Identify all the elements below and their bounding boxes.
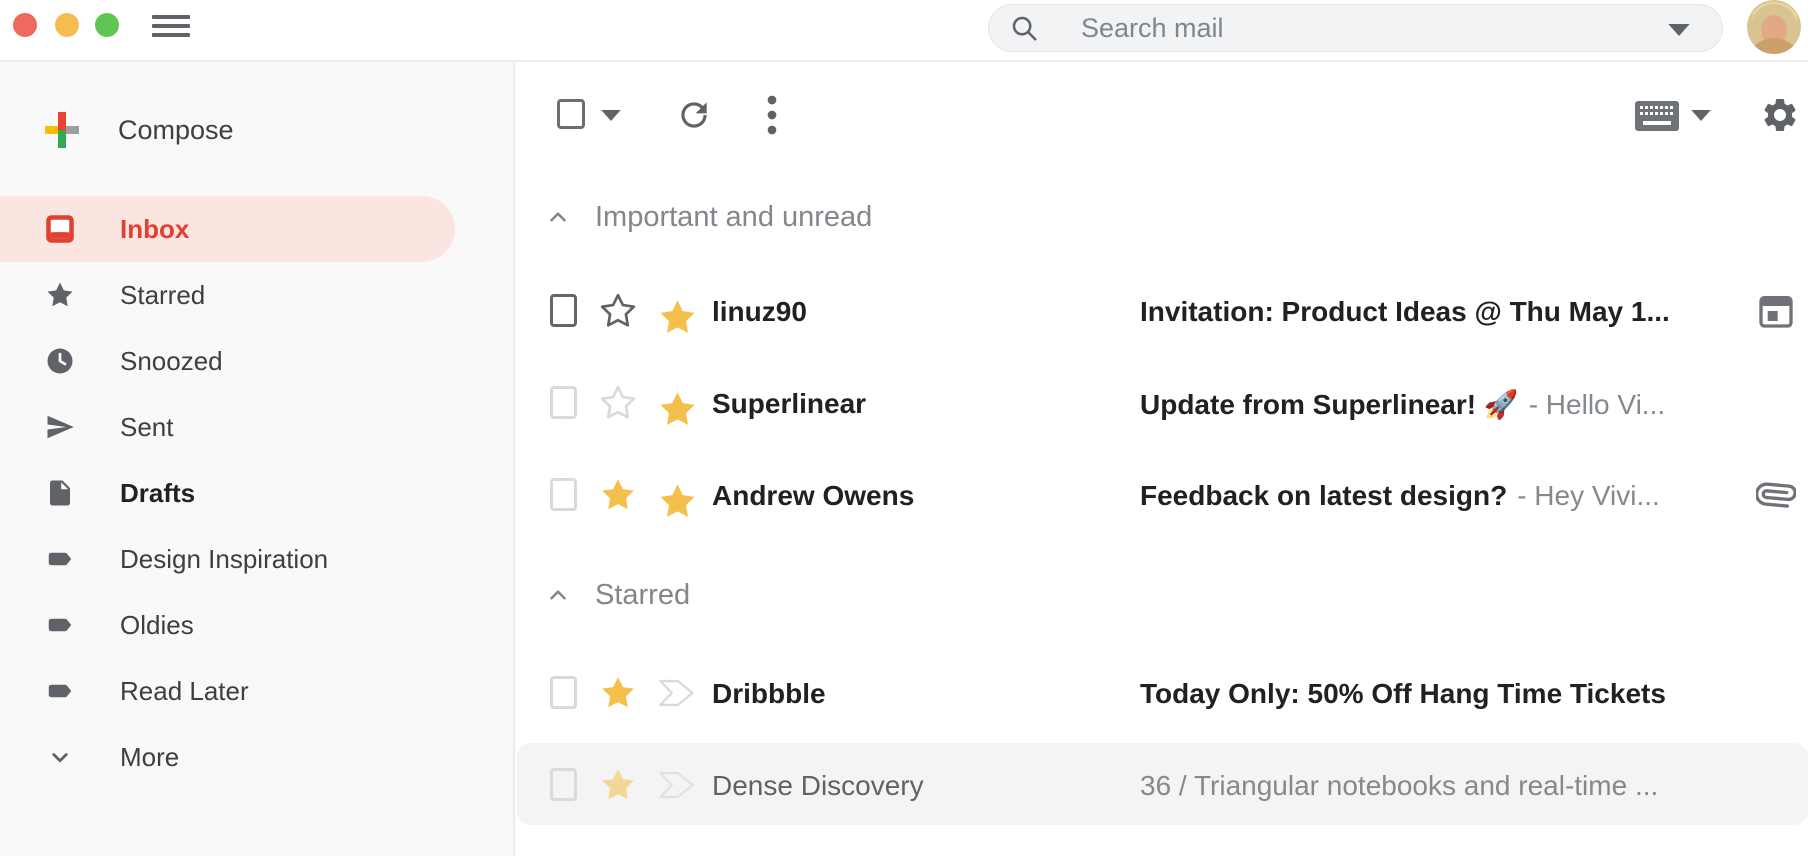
email-subject: Today Only: 50% Off Hang Time Tickets: [1140, 678, 1666, 709]
sidebar-item-label: Drafts: [120, 478, 195, 509]
paperclip-icon[interactable]: [1756, 475, 1796, 515]
keyboard-caret-icon[interactable]: [1691, 110, 1711, 121]
compose-label: Compose: [118, 115, 234, 146]
star-icon: [45, 280, 75, 310]
email-subject-line: Invitation: Product Ideas @ Thu May 1...: [1140, 296, 1736, 328]
email-subject: Feedback on latest design?: [1140, 480, 1507, 511]
email-snippet: - Hello Vi...: [1529, 389, 1665, 420]
email-select-checkbox[interactable]: [550, 478, 577, 511]
star-icon[interactable]: [599, 674, 637, 712]
star-icon[interactable]: [599, 766, 637, 804]
email-row[interactable]: Dense Discovery 36 / Triangular notebook…: [517, 739, 1808, 831]
sidebar: Compose Inbox Starred Snoozed Sent Draft…: [0, 62, 515, 856]
search-placeholder: Search mail: [1081, 13, 1224, 44]
section-header-important[interactable]: Important and unread: [517, 195, 1808, 239]
importance-marker-icon[interactable]: [657, 679, 698, 707]
email-select-checkbox[interactable]: [550, 386, 577, 419]
email-list-starred: Dribbble Today Only: 50% Off Hang Time T…: [517, 647, 1808, 831]
select-caret-icon[interactable]: [601, 110, 621, 121]
sidebar-item-label: Snoozed: [120, 346, 223, 377]
email-subject-line: Update from Superlinear! 🚀 - Hello Vi...: [1140, 388, 1736, 421]
email-subject: 36 / Triangular notebooks and real-time …: [1140, 770, 1658, 801]
email-subject: Update from Superlinear! 🚀: [1140, 389, 1519, 420]
chevron-down-icon: [45, 742, 75, 772]
importance-marker-icon[interactable]: [657, 297, 698, 325]
label-icon: [45, 544, 75, 574]
email-subject-line: Today Only: 50% Off Hang Time Tickets: [1140, 678, 1736, 710]
sidebar-item-drafts[interactable]: Drafts: [0, 460, 513, 526]
email-sender: linuz90: [712, 296, 1122, 328]
hamburger-menu-icon[interactable]: [152, 15, 190, 39]
label-icon: [45, 610, 75, 640]
app-window: Search mail Compose I: [0, 0, 1808, 856]
settings-gear-icon[interactable]: [1760, 95, 1800, 135]
email-subject-line: Feedback on latest design? - Hey Vivi...: [1140, 480, 1736, 512]
plus-icon: [42, 110, 82, 150]
email-select-checkbox[interactable]: [550, 676, 577, 709]
refresh-icon[interactable]: [675, 96, 713, 134]
email-sender: Dribbble: [712, 678, 1122, 710]
close-window-button[interactable]: [13, 13, 37, 37]
sidebar-item-snoozed[interactable]: Snoozed: [0, 328, 513, 394]
email-select-checkbox[interactable]: [550, 768, 577, 801]
star-icon[interactable]: [599, 476, 637, 514]
sidebar-item-label: Oldies: [120, 610, 194, 641]
star-icon[interactable]: [599, 384, 637, 422]
email-row[interactable]: Superlinear Update from Superlinear! 🚀 - …: [517, 357, 1808, 449]
sidebar-item-read-later[interactable]: Read Later: [0, 658, 513, 724]
sidebar-item-inbox[interactable]: Inbox: [0, 196, 455, 262]
email-select-checkbox[interactable]: [550, 294, 577, 327]
email-row[interactable]: Dribbble Today Only: 50% Off Hang Time T…: [517, 647, 1808, 739]
zoom-window-button[interactable]: [95, 13, 119, 37]
mail-list-area: Important and unread linuz90 Invitation:…: [517, 62, 1808, 856]
user-avatar[interactable]: [1747, 0, 1801, 54]
email-sender: Dense Discovery: [712, 770, 1122, 802]
collapse-chevron-icon[interactable]: [545, 204, 571, 230]
email-sender: Superlinear: [712, 388, 1122, 420]
minimize-window-button[interactable]: [55, 13, 79, 37]
sidebar-item-label: Read Later: [120, 676, 249, 707]
section-title: Important and unread: [595, 201, 872, 234]
more-vertical-icon[interactable]: [767, 95, 777, 135]
sidebar-item-sent[interactable]: Sent: [0, 394, 513, 460]
sidebar-item-label: More: [120, 742, 179, 773]
star-icon[interactable]: [599, 292, 637, 330]
section-header-starred[interactable]: Starred: [517, 573, 1808, 617]
send-icon: [45, 412, 75, 442]
keyboard-icon[interactable]: [1635, 101, 1679, 131]
clock-icon: [45, 346, 75, 376]
select-all-checkbox[interactable]: [557, 99, 585, 129]
importance-marker-icon[interactable]: [657, 389, 698, 417]
sidebar-item-label: Design Inspiration: [120, 544, 328, 575]
calendar-icon[interactable]: [1756, 291, 1796, 331]
sidebar-item-label: Starred: [120, 280, 205, 311]
sidebar-item-label: Sent: [120, 412, 174, 443]
search-input[interactable]: Search mail: [988, 4, 1723, 52]
label-icon: [45, 676, 75, 706]
list-toolbar: [517, 82, 1808, 148]
compose-button[interactable]: Compose: [0, 98, 513, 162]
file-icon: [45, 478, 75, 508]
importance-marker-icon[interactable]: [657, 771, 698, 799]
section-title: Starred: [595, 579, 690, 612]
sidebar-item-design-inspiration[interactable]: Design Inspiration: [0, 526, 513, 592]
search-options-caret-icon[interactable]: [1668, 24, 1690, 36]
email-sender: Andrew Owens: [712, 480, 1122, 512]
sidebar-item-label: Inbox: [120, 214, 189, 245]
email-subject: Invitation: Product Ideas @ Thu May 1...: [1140, 296, 1670, 327]
email-row[interactable]: linuz90 Invitation: Product Ideas @ Thu …: [517, 265, 1808, 357]
importance-marker-icon[interactable]: [657, 481, 698, 509]
email-snippet: - Hey Vivi...: [1517, 480, 1660, 511]
sidebar-nav: Inbox Starred Snoozed Sent Drafts Design…: [0, 196, 513, 790]
sidebar-item-oldies[interactable]: Oldies: [0, 592, 513, 658]
sidebar-item-more[interactable]: More: [0, 724, 513, 790]
sidebar-item-starred[interactable]: Starred: [0, 262, 513, 328]
inbox-icon: [45, 214, 75, 244]
email-row[interactable]: Andrew Owens Feedback on latest design?-…: [517, 449, 1808, 541]
email-subject-line: 36 / Triangular notebooks and real-time …: [1140, 770, 1736, 802]
header-bar: Search mail: [0, 0, 1808, 62]
collapse-chevron-icon[interactable]: [545, 582, 571, 608]
search-icon: [1009, 13, 1039, 43]
email-list-important: linuz90 Invitation: Product Ideas @ Thu …: [517, 265, 1808, 541]
